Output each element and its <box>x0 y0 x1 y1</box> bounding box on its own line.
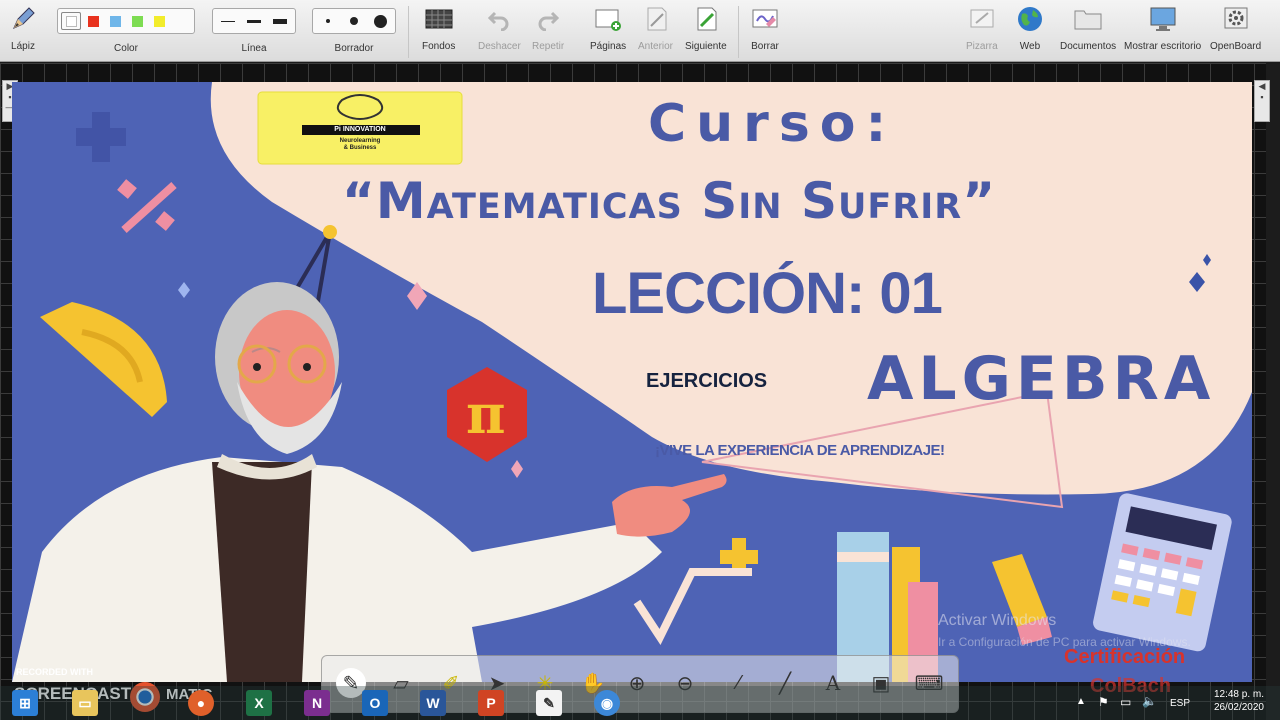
show-desktop-button[interactable]: Mostrar escritorio <box>1124 4 1201 52</box>
folder-icon <box>1073 4 1103 34</box>
openboard-taskbar-icon[interactable]: ✎ <box>536 690 562 716</box>
add-page-icon <box>593 4 623 34</box>
color-label: Color <box>114 43 138 54</box>
volume-icon[interactable]: 🔈 <box>1142 694 1157 708</box>
pencil-button[interactable]: Lápiz <box>8 4 38 52</box>
clear-page-button[interactable]: Borrar <box>750 4 780 52</box>
browser-icon[interactable]: ◉ <box>594 690 620 716</box>
logo-brand: Pi INNOVATION <box>334 126 386 133</box>
line-medium-option[interactable] <box>242 11 266 31</box>
redo-icon <box>533 4 563 34</box>
web-button[interactable]: Web <box>1015 4 1045 52</box>
color-swatch-white[interactable] <box>61 12 81 30</box>
eraser-size-picker <box>312 8 396 34</box>
system-clock[interactable]: 12:48 p. m. 26/02/2020 <box>1214 688 1264 714</box>
openboard-toolbar: Lápiz Color Línea Borrador Fondos Deshac… <box>0 0 1280 62</box>
toolbar-separator <box>738 6 739 58</box>
course-title: “Matematicas Sin Sufrir” <box>342 172 997 230</box>
right-palette-tab[interactable]: ◀ ▪ <box>1254 80 1270 122</box>
line-thick-option[interactable] <box>268 11 292 31</box>
pages-button[interactable]: Páginas <box>590 4 626 52</box>
line-label: Línea <box>241 43 267 54</box>
documents-button[interactable]: Documentos <box>1060 4 1116 52</box>
pencil-icon <box>8 4 38 34</box>
outlook-icon[interactable]: O <box>362 690 388 716</box>
course-label: Curso: <box>648 94 897 154</box>
color-swatch-green[interactable] <box>127 12 147 30</box>
line-thin-option[interactable] <box>216 11 240 31</box>
powerpoint-icon[interactable]: P <box>478 690 504 716</box>
clock-date: 26/02/2020 <box>1213 702 1264 713</box>
file-explorer-icon[interactable]: ▭ <box>72 690 98 716</box>
redo-button[interactable]: Repetir <box>532 4 564 52</box>
pi-symbol: π <box>466 382 506 446</box>
monitor-icon <box>1148 4 1178 34</box>
color-picker <box>57 8 195 34</box>
eraser-small-option[interactable] <box>316 11 340 31</box>
openboard-settings-button[interactable]: OpenBoard <box>1210 4 1261 52</box>
tray-chevron-icon[interactable]: ▲ <box>1076 696 1086 707</box>
clear-page-icon <box>750 4 780 34</box>
globe-icon <box>1015 4 1045 34</box>
slogan: ¡VIVE LA EXPERIENCIA DE APRENDIZAJE! <box>655 442 945 459</box>
activate-windows-title: Activar Windows <box>938 612 1057 629</box>
previous-page-icon <box>641 4 671 34</box>
network-icon[interactable]: ▭ <box>1120 695 1131 709</box>
excel-icon[interactable]: X <box>246 690 272 716</box>
gear-icon <box>1221 4 1251 34</box>
next-page-icon <box>691 4 721 34</box>
color-swatch-red[interactable] <box>83 12 103 30</box>
board-icon <box>967 4 997 34</box>
toolbar-separator <box>408 6 409 58</box>
vertical-scrollbar[interactable] <box>1266 63 1280 720</box>
onenote-icon[interactable]: N <box>304 690 330 716</box>
line-width-picker <box>212 8 296 34</box>
eraser-large-option[interactable] <box>368 11 392 31</box>
word-icon[interactable]: W <box>420 690 446 716</box>
grid-background-icon <box>424 4 454 34</box>
undo-button[interactable]: Deshacer <box>478 4 521 52</box>
clock-time: 12:48 p. m. <box>1213 689 1264 700</box>
flag-icon[interactable]: ⚑ <box>1098 695 1109 709</box>
color-swatch-blue[interactable] <box>105 12 125 30</box>
undo-icon <box>484 4 514 34</box>
language-indicator[interactable]: ESP <box>1170 698 1190 709</box>
section-label: EJERCICIOS <box>646 370 768 392</box>
next-page-button[interactable]: Siguiente <box>685 4 727 52</box>
color-swatch-yellow[interactable] <box>149 12 169 30</box>
recorded-with-label: RECORDED WITH <box>16 667 93 677</box>
eraser-medium-option[interactable] <box>342 11 366 31</box>
certification-line-1: Certificación <box>1064 646 1186 668</box>
board-mode-button[interactable]: Pizarra <box>966 4 998 52</box>
subject-title: ALGEBRA <box>867 344 1216 414</box>
eraser-label: Borrador <box>334 43 374 54</box>
start-icon[interactable]: ⊞ <box>12 690 38 716</box>
lesson-title: LECCIÓN: 01 <box>592 261 943 326</box>
backgrounds-button[interactable]: Fondos <box>422 4 455 52</box>
previous-page-button[interactable]: Anterior <box>638 4 673 52</box>
firefox-icon[interactable]: ● <box>188 690 214 716</box>
presentation-slide: Pi INNOVATION Neurolearning & Business C… <box>12 82 1252 682</box>
logo-tagline-2: & Business <box>343 145 377 151</box>
logo-tagline-1: Neurolearning <box>339 138 381 144</box>
